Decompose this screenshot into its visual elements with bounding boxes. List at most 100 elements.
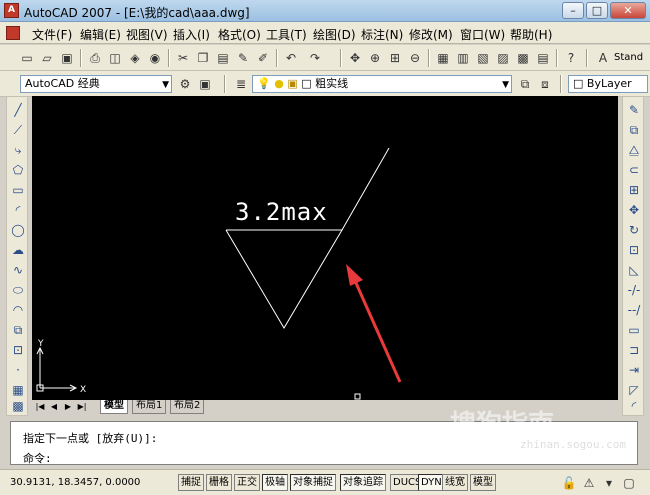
workspace-save-icon[interactable]: ▣ bbox=[196, 75, 214, 93]
menu-draw[interactable]: 绘图(D) bbox=[313, 26, 356, 43]
rectangle-icon[interactable]: ▭ bbox=[9, 181, 27, 199]
roughness-triangle[interactable] bbox=[225, 229, 343, 329]
line-icon[interactable]: ╱ bbox=[9, 101, 27, 119]
save-icon[interactable]: ▣ bbox=[58, 49, 76, 67]
cut-icon[interactable]: ✂ bbox=[174, 49, 192, 67]
otrack-toggle[interactable]: 对象追踪 bbox=[340, 474, 386, 491]
copy-icon[interactable]: ❐ bbox=[194, 49, 212, 67]
construction-line-icon[interactable]: ⟋ bbox=[9, 121, 27, 139]
insert-block-icon[interactable]: ⧉ bbox=[9, 321, 27, 339]
snap-toggle[interactable]: 捕捉 bbox=[178, 474, 204, 491]
text-style-label[interactable]: Stand bbox=[614, 52, 643, 63]
zoom-realtime-icon[interactable]: ⊕ bbox=[366, 49, 384, 67]
tab-model[interactable]: 模型 bbox=[100, 400, 128, 414]
first-tab-icon[interactable]: |◀ bbox=[34, 401, 46, 413]
arc-icon[interactable]: ◜ bbox=[9, 201, 27, 219]
ortho-toggle[interactable]: 正交 bbox=[234, 474, 260, 491]
menu-dimension[interactable]: 标注(N) bbox=[361, 26, 403, 43]
open-icon[interactable]: ▱ bbox=[38, 49, 56, 67]
text-style-icon[interactable]: A bbox=[594, 49, 612, 67]
join-icon[interactable]: ⇥ bbox=[625, 361, 643, 379]
workspace-settings-icon[interactable]: ⚙ bbox=[176, 75, 194, 93]
osnap-toggle[interactable]: 对象捕捉 bbox=[290, 474, 336, 491]
erase-icon[interactable]: ✎ bbox=[625, 101, 643, 119]
sheet-set-icon[interactable]: ▨ bbox=[494, 49, 512, 67]
layer-select[interactable]: 💡 ● ▣ □ 粗实线 ▼ bbox=[252, 75, 512, 93]
polyline-icon[interactable]: ⤷ bbox=[9, 141, 27, 159]
layer-previous-icon[interactable]: ⧈ bbox=[536, 75, 554, 93]
layer-manager-icon[interactable]: ≣ bbox=[232, 75, 250, 93]
lineweight-toggle[interactable]: 线宽 bbox=[442, 474, 468, 491]
design-center-icon[interactable]: ▥ bbox=[454, 49, 472, 67]
autocad-app-icon[interactable]: A bbox=[4, 3, 19, 18]
lock-icon[interactable]: 🔓 bbox=[560, 474, 578, 492]
document-icon[interactable] bbox=[6, 26, 20, 40]
restore-button[interactable]: □ bbox=[586, 2, 608, 19]
menu-view[interactable]: 视图(V) bbox=[126, 26, 168, 43]
tab-layout2[interactable]: 布局2 bbox=[170, 400, 205, 414]
help-icon[interactable]: ? bbox=[562, 49, 580, 67]
roughness-annotation[interactable]: 3.2max bbox=[235, 198, 328, 226]
menu-insert[interactable]: 插入(I) bbox=[173, 26, 210, 43]
menu-modify[interactable]: 修改(M) bbox=[409, 26, 453, 43]
minimize-button[interactable]: – bbox=[562, 2, 584, 19]
roughness-leader-line[interactable] bbox=[341, 147, 390, 231]
match-properties-icon[interactable]: ✎ bbox=[234, 49, 252, 67]
polar-toggle[interactable]: 极轴 bbox=[262, 474, 288, 491]
menu-edit[interactable]: 编辑(E) bbox=[80, 26, 121, 43]
clean-screen-icon[interactable]: ▢ bbox=[620, 474, 638, 492]
break-at-point-icon[interactable]: ⊐ bbox=[625, 341, 643, 359]
redo-icon[interactable]: ↷ bbox=[306, 49, 324, 67]
undo-icon[interactable]: ↶ bbox=[282, 49, 300, 67]
menu-format[interactable]: 格式(O) bbox=[218, 26, 261, 43]
zoom-window-icon[interactable]: ⊞ bbox=[386, 49, 404, 67]
menu-file[interactable]: 文件(F) bbox=[32, 26, 72, 43]
menu-window[interactable]: 窗口(W) bbox=[460, 26, 505, 43]
block-editor-icon[interactable]: ✐ bbox=[254, 49, 272, 67]
break-icon[interactable]: ▭ bbox=[625, 321, 643, 339]
command-prompt[interactable]: 命令: bbox=[23, 450, 52, 466]
fillet-icon[interactable]: ◜ bbox=[625, 397, 643, 415]
extend-icon[interactable]: --/ bbox=[625, 301, 643, 319]
menu-help[interactable]: 帮助(H) bbox=[510, 26, 552, 43]
cursor-coordinates[interactable]: 30.9131, 18.3457, 0.0000 bbox=[10, 474, 140, 491]
offset-icon[interactable]: ⊂ bbox=[625, 161, 643, 179]
grid-toggle[interactable]: 栅格 bbox=[206, 474, 232, 491]
mirror-icon[interactable]: ⧋ bbox=[625, 141, 643, 159]
zoom-previous-icon[interactable]: ⊖ bbox=[406, 49, 424, 67]
tool-palettes-icon[interactable]: ▧ bbox=[474, 49, 492, 67]
plot-icon[interactable]: ◉ bbox=[146, 49, 164, 67]
gradient-icon[interactable]: ▩ bbox=[9, 397, 27, 415]
circle-icon[interactable]: ◯ bbox=[9, 221, 27, 239]
ellipse-icon[interactable]: ⬭ bbox=[9, 281, 27, 299]
rotate-icon[interactable]: ↻ bbox=[625, 221, 643, 239]
point-icon[interactable]: · bbox=[9, 361, 27, 379]
make-current-layer-icon[interactable]: ⧉ bbox=[516, 75, 534, 93]
preview-icon[interactable]: ◫ bbox=[106, 49, 124, 67]
make-block-icon[interactable]: ⊡ bbox=[9, 341, 27, 359]
publish-icon[interactable]: ◈ bbox=[126, 49, 144, 67]
new-icon[interactable]: ▭ bbox=[18, 49, 36, 67]
paste-icon[interactable]: ▤ bbox=[214, 49, 232, 67]
menu-tools[interactable]: 工具(T) bbox=[266, 26, 307, 43]
pan-icon[interactable]: ✥ bbox=[346, 49, 364, 67]
status-menu-icon[interactable]: ▾ bbox=[600, 474, 618, 492]
move-icon[interactable]: ✥ bbox=[625, 201, 643, 219]
prev-tab-icon[interactable]: ◀ bbox=[48, 401, 60, 413]
array-icon[interactable]: ⊞ bbox=[625, 181, 643, 199]
copy-object-icon[interactable]: ⧉ bbox=[625, 121, 643, 139]
trim-icon[interactable]: -/- bbox=[625, 281, 643, 299]
workspace-select[interactable]: AutoCAD 经典 ▼ bbox=[20, 75, 172, 93]
stretch-icon[interactable]: ◺ bbox=[625, 261, 643, 279]
properties-icon[interactable]: ▦ bbox=[434, 49, 452, 67]
scale-icon[interactable]: ⊡ bbox=[625, 241, 643, 259]
last-tab-icon[interactable]: ▶| bbox=[76, 401, 88, 413]
tab-layout1[interactable]: 布局1 bbox=[132, 400, 167, 414]
ellipse-arc-icon[interactable]: ◠ bbox=[9, 301, 27, 319]
linetype-select[interactable]: □ ByLayer bbox=[568, 75, 648, 93]
calculator-icon[interactable]: ▤ bbox=[534, 49, 552, 67]
dyn-toggle[interactable]: DYN bbox=[418, 474, 445, 491]
close-button[interactable]: ✕ bbox=[610, 2, 646, 19]
print-icon[interactable]: ⎙ bbox=[86, 49, 104, 67]
polygon-icon[interactable]: ⬠ bbox=[9, 161, 27, 179]
